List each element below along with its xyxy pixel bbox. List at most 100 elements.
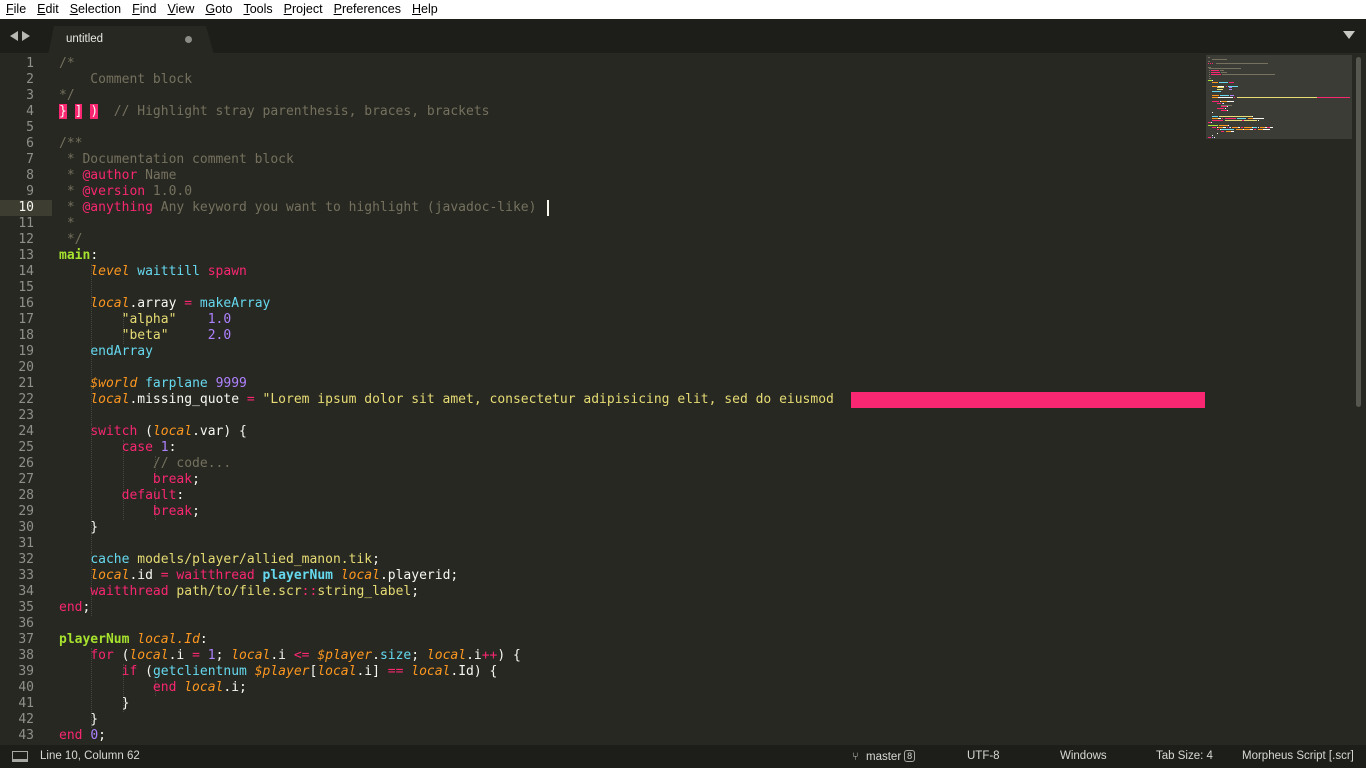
minimap-stroke <box>1209 74 1211 76</box>
minimap-stroke <box>1235 129 1244 131</box>
code-line[interactable]: local.missing_quote = "Lorem ipsum dolor… <box>59 392 834 408</box>
minimap-stroke <box>1222 74 1276 76</box>
code-token: .array <box>129 296 185 311</box>
menu-file[interactable]: File <box>0 0 31 19</box>
minimap-stroke <box>1213 136 1215 138</box>
minimap-stroke <box>1228 89 1233 91</box>
minimap-stroke <box>1221 129 1235 131</box>
code-line[interactable]: level waittill spawn <box>59 264 247 280</box>
minimap-stroke <box>1226 100 1235 102</box>
code-line[interactable]: end; <box>59 600 90 616</box>
code-line[interactable]: main: <box>59 248 98 264</box>
code-line[interactable]: for (local.i = 1; local.i <= $player.siz… <box>59 648 521 664</box>
code-token: local <box>411 664 451 679</box>
tab-untitled[interactable]: untitled <box>48 26 214 55</box>
code-token: } <box>59 696 130 711</box>
vertical-scrollbar[interactable] <box>1356 57 1361 407</box>
code-line[interactable]: playerNum local.Id: <box>59 632 208 648</box>
unsaved-dot-icon[interactable] <box>185 36 192 43</box>
code-token: ; <box>82 600 91 615</box>
code-line[interactable]: "beta" 2.0 <box>59 328 232 344</box>
code-line[interactable]: * @anything Any keyword you want to high… <box>59 200 537 216</box>
minimap-stroke <box>1221 104 1233 106</box>
code-token: "Lorem ipsum dolor sit amet, consectetur… <box>262 392 834 407</box>
menu-selection[interactable]: Selection <box>64 0 126 19</box>
line-endings-indicator[interactable]: Windows <box>1060 750 1107 762</box>
code-line[interactable]: end 0; <box>59 728 106 744</box>
code-line[interactable]: * @author Name <box>59 168 177 184</box>
code-line[interactable]: * <box>59 216 75 232</box>
minimap-stroke <box>1257 127 1259 129</box>
code-line[interactable]: end local.i; <box>59 680 247 696</box>
code-line[interactable]: // code... <box>59 456 231 472</box>
menu-help[interactable]: Help <box>406 0 443 19</box>
code-token: 1 <box>207 648 216 663</box>
minimap-stroke <box>1217 96 1234 98</box>
minimap-stroke <box>1228 81 1235 83</box>
minimap-stroke <box>1212 112 1214 114</box>
code-line[interactable]: break; <box>59 504 200 520</box>
code-line[interactable]: /* <box>59 56 75 72</box>
minimap-stroke <box>1212 95 1219 96</box>
line-number: 20 <box>18 360 34 375</box>
minimap-stroke <box>1208 60 1211 62</box>
menu-preferences[interactable]: Preferences <box>328 0 406 19</box>
code-line[interactable]: } <box>59 712 98 728</box>
minimap-stroke <box>1216 133 1218 134</box>
minimap-stroke <box>1244 119 1258 121</box>
code-editor[interactable]: 1 2 3 4 5 6 7 8 9 10 11 12 13 14 15 16 17 18 19 20 21 22 23 24 2… <box>0 53 1366 745</box>
line-number: 4 <box>26 104 34 119</box>
line-number: 21 <box>18 376 34 391</box>
minimap-stroke <box>1208 125 1218 127</box>
minimap-stroke <box>1253 117 1265 119</box>
menu-find[interactable]: Find <box>126 0 161 19</box>
code-line[interactable]: */ <box>59 88 75 104</box>
code-line[interactable]: waitthread path/to/file.scr::string_labe… <box>59 584 419 600</box>
code-line[interactable]: local.id = waitthread playerNum local.pl… <box>59 568 458 584</box>
menu-tools[interactable]: Tools <box>237 0 277 19</box>
code-token: farplane <box>145 376 208 391</box>
code-line[interactable]: default: <box>59 488 185 504</box>
syntax-indicator[interactable]: Morpheus Script [.scr] <box>1242 750 1354 762</box>
menu-view[interactable]: View <box>161 0 199 19</box>
minimap[interactable] <box>1206 55 1352 139</box>
code-line[interactable]: /** <box>59 136 82 152</box>
code-line[interactable]: cache models/player/allied_manon.tik; <box>59 552 380 568</box>
minimap-stroke <box>1257 119 1259 121</box>
tab-size-indicator[interactable]: Tab Size: 4 <box>1156 750 1213 762</box>
code-line[interactable]: "alpha" 1.0 <box>59 312 232 328</box>
code-line[interactable]: $world farplane 9999 <box>59 376 247 392</box>
code-line[interactable]: case 1: <box>59 440 177 456</box>
code-line[interactable]: } ] ) // Highlight stray parenthesis, br… <box>59 104 489 120</box>
code-line[interactable]: endArray <box>59 344 153 360</box>
git-branch[interactable]: master 8 <box>866 750 916 763</box>
code-line[interactable]: Comment block <box>59 72 192 88</box>
tab-prev-icon[interactable] <box>10 31 18 41</box>
code-token: case <box>121 440 153 455</box>
code-token: .i] <box>356 664 388 679</box>
tab-next-icon[interactable] <box>22 31 30 41</box>
menu-project[interactable]: Project <box>278 0 328 19</box>
menu-goto[interactable]: Goto <box>199 0 237 19</box>
code-line[interactable]: } <box>59 520 98 536</box>
code-line[interactable]: * @version 1.0.0 <box>59 184 192 200</box>
panel-toggle-icon[interactable] <box>12 751 28 762</box>
code-area[interactable]: /* Comment block */} ] ) // Highlight str… <box>59 53 1205 745</box>
code-line[interactable]: } <box>59 696 130 712</box>
minimap-stroke <box>1226 110 1228 112</box>
unterminated-string-marker <box>851 392 1205 408</box>
line-number: 38 <box>18 648 34 663</box>
minimap-stroke <box>1208 57 1211 58</box>
code-line[interactable]: * Documentation comment block <box>59 152 294 168</box>
encoding-indicator[interactable]: UTF-8 <box>967 750 1000 762</box>
code-line[interactable]: break; <box>59 472 200 488</box>
tab-list-dropdown-icon[interactable] <box>1343 31 1355 39</box>
minimap-stroke <box>1210 62 1212 64</box>
code-line[interactable]: switch (local.var) { <box>59 424 247 440</box>
code-line[interactable]: if (getclientnum $player[local.i] == loc… <box>59 664 498 680</box>
menu-edit[interactable]: Edit <box>31 0 64 19</box>
code-line[interactable]: */ <box>59 232 83 248</box>
code-line[interactable]: local.array = makeArray <box>59 296 270 312</box>
